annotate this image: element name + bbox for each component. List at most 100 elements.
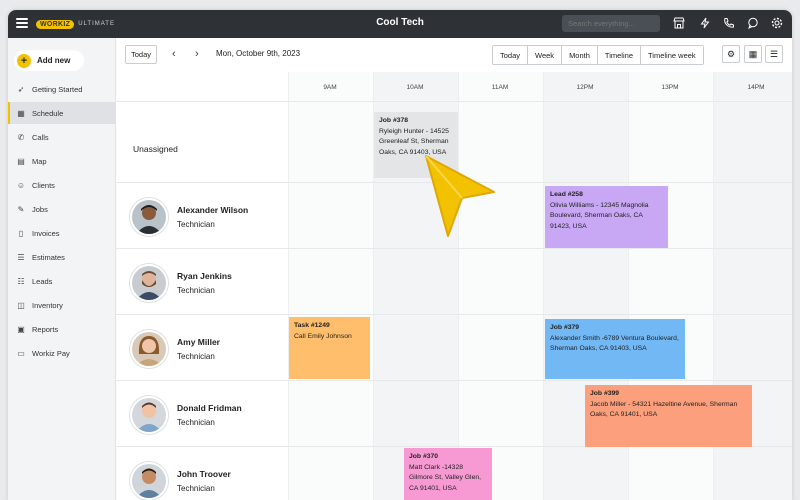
avatar bbox=[130, 462, 168, 500]
sidebar-item-estimates[interactable]: ☰ Estimates bbox=[8, 246, 116, 268]
time-label: 13PM bbox=[661, 84, 679, 91]
chevron-left-icon[interactable]: ‹ bbox=[172, 48, 176, 60]
estimate-icon: ☰ bbox=[17, 252, 25, 262]
sidebar-item-reports[interactable]: ▣ Reports bbox=[8, 318, 116, 340]
sidebar-item-label: Inventory bbox=[32, 300, 63, 310]
sidebar-item-label: Getting Started bbox=[32, 84, 83, 94]
sidebar-item-inventory[interactable]: ◫ Inventory bbox=[8, 294, 116, 316]
sidebar-item-calls[interactable]: ✆ Calls bbox=[8, 126, 116, 148]
add-new-button[interactable]: + Add new bbox=[14, 50, 84, 71]
job-title: Job #379 bbox=[550, 324, 580, 331]
sidebar-item-label: Invoices bbox=[32, 228, 60, 238]
chevron-right-icon[interactable]: › bbox=[195, 48, 199, 60]
add-new-label: Add new bbox=[37, 56, 71, 65]
technician-role: Technician bbox=[177, 220, 215, 229]
technician-row[interactable]: Donald Fridman Technician bbox=[130, 395, 290, 435]
schedule-grid: 9AM 10AM 11AM 12PM 13PM 14PM Unassigned … bbox=[116, 72, 792, 500]
calendar-settings-icon[interactable]: ▦ bbox=[744, 45, 762, 63]
bolt-icon[interactable] bbox=[698, 17, 712, 31]
technician-name: Alexander Wilson bbox=[177, 205, 249, 215]
logo[interactable]: WORKIZ ULTIMATE bbox=[36, 18, 115, 30]
sidebar-item-label: Clients bbox=[32, 180, 55, 190]
job-card[interactable]: Job #399 Jacob Miller - 54321 Hazeltine … bbox=[585, 385, 752, 447]
technician-role: Technician bbox=[177, 418, 215, 427]
job-details: Call Emily Johnson bbox=[294, 332, 352, 340]
job-title: Task #1249 bbox=[294, 322, 330, 329]
phone-icon[interactable] bbox=[722, 17, 736, 31]
search-input[interactable] bbox=[562, 15, 660, 32]
invoice-icon: ▯ bbox=[18, 228, 24, 238]
store-icon[interactable] bbox=[672, 17, 686, 31]
filter-sliders-icon[interactable]: ☰ bbox=[765, 45, 783, 63]
technician-row[interactable]: Alexander Wilson Technician bbox=[130, 197, 290, 237]
job-card[interactable]: Job #370 Matt Clark -14328 Gilmore St, V… bbox=[404, 448, 492, 500]
sidebar-item-getting-started[interactable]: ➶ Getting Started bbox=[8, 78, 116, 100]
sidebar-item-clients[interactable]: ☺ Clients bbox=[8, 174, 116, 196]
calendar-icon: ▦ bbox=[17, 108, 25, 118]
plan-tier: ULTIMATE bbox=[78, 21, 115, 27]
technician-name: Amy Miller bbox=[177, 337, 220, 347]
view-switcher: Today Week Month Timeline Timeline week bbox=[492, 45, 704, 65]
today-button[interactable]: Today bbox=[125, 45, 157, 64]
sidebar: + Add new ➶ Getting Started ▦ Schedule ✆ Ca… bbox=[8, 38, 116, 500]
unassigned-row-label: Unassigned bbox=[133, 144, 178, 154]
sidebar-item-invoices[interactable]: ▯ Invoices bbox=[8, 222, 116, 244]
clients-icon: ☺ bbox=[16, 180, 26, 190]
sidebar-item-label: Schedule bbox=[32, 108, 64, 118]
technician-row[interactable]: Ryan Jenkins Technician bbox=[130, 263, 290, 303]
cursor-arrow-icon bbox=[425, 155, 495, 237]
job-title: Lead #258 bbox=[550, 191, 583, 198]
menu-icon[interactable] bbox=[16, 18, 28, 28]
phone-icon: ✆ bbox=[17, 132, 25, 142]
sidebar-item-jobs[interactable]: ✎ Jobs bbox=[8, 198, 116, 220]
technician-name: Ryan Jenkins bbox=[177, 271, 232, 281]
view-month-button[interactable]: Month bbox=[562, 46, 598, 64]
sidebar-item-workiz-pay[interactable]: ▭ Workiz Pay bbox=[8, 342, 116, 364]
view-today-button[interactable]: Today bbox=[493, 46, 529, 64]
sidebar-item-label: Workiz Pay bbox=[32, 348, 70, 358]
time-label: 14PM bbox=[747, 84, 765, 91]
job-details: Matt Clark -14328 Gilmore St, Valley Gle… bbox=[409, 463, 482, 492]
chat-icon[interactable] bbox=[746, 17, 760, 31]
time-label: 12PM bbox=[576, 84, 594, 91]
avatar bbox=[130, 198, 168, 236]
task-card[interactable]: Task #1249 Call Emily Johnson bbox=[289, 317, 370, 379]
settings-icon[interactable]: ⚙ bbox=[722, 45, 740, 63]
technician-row[interactable]: Amy Miller Technician bbox=[130, 329, 290, 369]
box-icon: ◫ bbox=[17, 300, 25, 310]
avatar bbox=[130, 396, 168, 434]
sidebar-item-map[interactable]: ▤ Map bbox=[8, 150, 116, 172]
technician-name: John Troover bbox=[177, 469, 231, 479]
technician-role: Technician bbox=[177, 352, 215, 361]
job-details: Olivia Williams - 12345 Magnolia Bouleva… bbox=[550, 201, 649, 230]
sidebar-item-label: Calls bbox=[32, 132, 49, 142]
technician-row[interactable]: John Troover Technician bbox=[130, 461, 290, 500]
time-label: 11AM bbox=[491, 84, 509, 91]
map-icon: ▤ bbox=[17, 156, 25, 166]
view-week-button[interactable]: Week bbox=[528, 46, 563, 64]
sidebar-item-label: Leads bbox=[32, 276, 53, 286]
time-header: 9AM 10AM 11AM 12PM 13PM 14PM bbox=[116, 72, 792, 102]
time-label: 9AM bbox=[323, 84, 337, 91]
leads-icon: ☷ bbox=[17, 276, 25, 286]
lead-card[interactable]: Lead #258 Olivia Williams - 12345 Magnol… bbox=[545, 186, 668, 248]
logo-badge: WORKIZ bbox=[36, 19, 75, 29]
job-details: Alexander Smith -6789 Ventura Boulevard,… bbox=[550, 334, 679, 353]
wrench-icon: ✎ bbox=[17, 204, 25, 214]
gear-icon[interactable] bbox=[770, 17, 784, 31]
sidebar-item-leads[interactable]: ☷ Leads bbox=[8, 270, 116, 292]
job-card[interactable]: Job #379 Alexander Smith -6789 Ventura B… bbox=[545, 319, 685, 379]
report-icon: ▣ bbox=[17, 324, 25, 334]
avatar bbox=[130, 264, 168, 302]
view-timeline-button[interactable]: Timeline bbox=[597, 46, 641, 64]
sidebar-item-schedule[interactable]: ▦ Schedule bbox=[8, 102, 116, 124]
current-date: Mon, October 9th, 2023 bbox=[216, 49, 301, 58]
job-title: Job #399 bbox=[590, 390, 620, 397]
job-details: Jacob Miller - 54321 Hazeltine Avenue, S… bbox=[590, 400, 738, 419]
view-timeline-week-button[interactable]: Timeline week bbox=[641, 46, 703, 64]
top-bar: WORKIZ ULTIMATE Cool Tech bbox=[8, 10, 792, 38]
sidebar-item-label: Map bbox=[32, 156, 47, 166]
technician-role: Technician bbox=[177, 286, 215, 295]
avatar bbox=[130, 330, 168, 368]
time-label: 10AM bbox=[406, 84, 424, 91]
